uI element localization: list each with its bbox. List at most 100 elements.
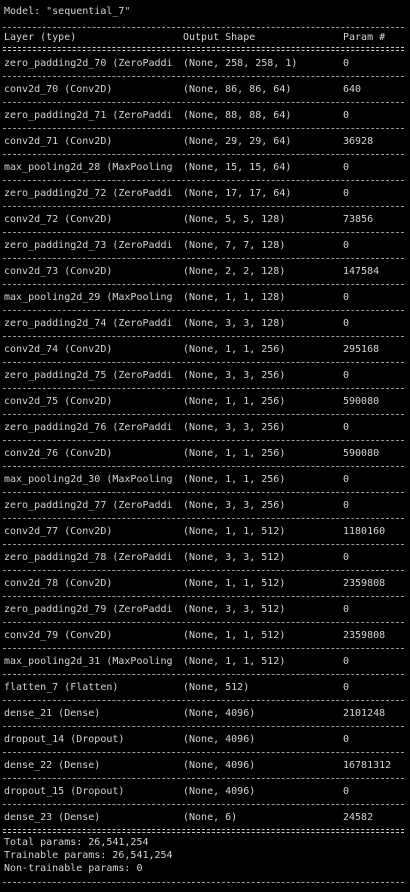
param-count-cell: 0 (343, 422, 350, 433)
model-title: Model: "sequential_7" (4, 6, 131, 17)
table-row: conv2d_70 (Conv2D) (None, 86, 86, 64) 640 (0, 84, 410, 96)
output-shape-cell: (None, 512) (183, 682, 250, 693)
row-separator (3, 622, 404, 623)
table-row: conv2d_73 (Conv2D) (None, 2, 2, 128) 14758… (0, 266, 410, 278)
layer-name-cell: dense_21 (Dense) (4, 708, 101, 719)
output-shape-cell: (None, 4096) (183, 786, 256, 797)
row-separator (3, 258, 404, 259)
param-count-cell: 0 (343, 552, 350, 563)
layer-name-cell: zero_padding2d_79 (ZeroPaddi (4, 604, 173, 615)
row-separator (3, 232, 404, 233)
layer-name-cell: conv2d_76 (Conv2D) (4, 448, 113, 459)
layer-name-cell: zero_padding2d_70 (ZeroPaddi (4, 58, 173, 69)
row-separator (3, 284, 404, 285)
output-shape-cell: (None, 29, 29, 64) (183, 136, 292, 147)
row-separator (3, 518, 404, 519)
non-trainable-params: Non-trainable params: 0 (4, 863, 143, 874)
output-shape-cell: (None, 1, 1, 512) (183, 526, 286, 537)
row-separator (3, 596, 404, 597)
output-shape-cell: (None, 4096) (183, 734, 256, 745)
table-row: dropout_15 (Dropout) (None, 4096) 0 (0, 786, 410, 798)
layer-name-cell: zero_padding2d_77 (ZeroPaddi (4, 500, 173, 511)
row-separator (3, 440, 404, 441)
row-separator (3, 128, 404, 129)
output-shape-cell: (None, 15, 15, 64) (183, 162, 292, 173)
layer-name-cell: conv2d_74 (Conv2D) (4, 344, 113, 355)
layer-name-cell: conv2d_77 (Conv2D) (4, 526, 113, 537)
output-shape-cell: (None, 5, 5, 128) (183, 214, 286, 225)
table-row: conv2d_77 (Conv2D) (None, 1, 1, 512) 11801… (0, 526, 410, 538)
table-row: max_pooling2d_28 (MaxPooling (None, 15, 1… (0, 162, 410, 174)
param-count-cell: 0 (343, 604, 350, 615)
param-count-cell: 2101248 (343, 708, 386, 719)
layer-name-cell: max_pooling2d_28 (MaxPooling (4, 162, 173, 173)
output-shape-cell: (None, 1, 1, 512) (183, 656, 286, 667)
header-output-shape: Output Shape (183, 32, 256, 43)
output-shape-cell: (None, 1, 1, 256) (183, 474, 286, 485)
output-shape-cell: (None, 3, 3, 512) (183, 604, 286, 615)
row-separator (3, 76, 404, 77)
row-separator (3, 752, 404, 753)
table-row: dense_23 (Dense) (None, 6) 24582 (0, 812, 410, 824)
layer-name-cell: dropout_14 (Dropout) (4, 734, 125, 745)
layer-name-cell: zero_padding2d_72 (ZeroPaddi (4, 188, 173, 199)
output-shape-cell: (None, 1, 1, 512) (183, 578, 286, 589)
output-shape-cell: (None, 3, 3, 512) (183, 552, 286, 563)
param-count-cell: 0 (343, 474, 350, 485)
table-row: conv2d_74 (Conv2D) (None, 1, 1, 256) 29516… (0, 344, 410, 356)
param-count-cell: 0 (343, 500, 350, 511)
header-layer-type: Layer (type) (4, 32, 77, 43)
table-row: max_pooling2d_29 (MaxPooling (None, 1, 1,… (0, 292, 410, 304)
param-count-cell: 2359808 (343, 630, 386, 641)
param-count-cell: 295168 (343, 344, 380, 355)
table-row: zero_padding2d_72 (ZeroPaddi (None, 17, 1… (0, 188, 410, 200)
row-separator (3, 726, 404, 727)
table-row: conv2d_78 (Conv2D) (None, 1, 1, 512) 23598… (0, 578, 410, 590)
row-separator (3, 310, 404, 311)
row-separator (3, 206, 404, 207)
layer-name-cell: max_pooling2d_29 (MaxPooling (4, 292, 173, 303)
row-separator (3, 778, 404, 779)
table-row: dropout_14 (Dropout) (None, 4096) 0 (0, 734, 410, 746)
param-count-cell: 590080 (343, 448, 380, 459)
table-row: conv2d_75 (Conv2D) (None, 1, 1, 256) 59008… (0, 396, 410, 408)
table-row: zero_padding2d_74 (ZeroPaddi (None, 3, 3,… (0, 318, 410, 330)
row-separator (3, 570, 404, 571)
output-shape-cell: (None, 4096) (183, 708, 256, 719)
output-shape-cell: (None, 86, 86, 64) (183, 84, 292, 95)
param-count-cell: 0 (343, 58, 350, 69)
layer-name-cell: conv2d_75 (Conv2D) (4, 396, 113, 407)
param-count-cell: 0 (343, 318, 350, 329)
row-separator (3, 492, 404, 493)
row-separator (3, 336, 404, 337)
row-separator (3, 700, 404, 701)
param-count-cell: 0 (343, 110, 350, 121)
layer-name-cell: zero_padding2d_76 (ZeroPaddi (4, 422, 173, 433)
layer-name-cell: max_pooling2d_31 (MaxPooling (4, 656, 173, 667)
table-row: zero_padding2d_76 (ZeroPaddi (None, 3, 3,… (0, 422, 410, 434)
table-row: zero_padding2d_77 (ZeroPaddi (None, 3, 3,… (0, 500, 410, 512)
total-params: Total params: 26,541,254 (4, 837, 149, 848)
output-shape-cell: (None, 1, 1, 256) (183, 448, 286, 459)
header-param-count: Param # (343, 32, 386, 43)
row-separator (3, 466, 404, 467)
layer-name-cell: zero_padding2d_73 (ZeroPaddi (4, 240, 173, 251)
param-count-cell: 147584 (343, 266, 380, 277)
layer-name-cell: zero_padding2d_75 (ZeroPaddi (4, 370, 173, 381)
output-shape-cell: (None, 7, 7, 128) (183, 240, 286, 251)
table-row: zero_padding2d_79 (ZeroPaddi (None, 3, 3,… (0, 604, 410, 616)
output-shape-cell: (None, 3, 3, 256) (183, 500, 286, 511)
output-shape-cell: (None, 3, 3, 256) (183, 422, 286, 433)
layer-name-cell: conv2d_73 (Conv2D) (4, 266, 113, 277)
row-separator (3, 648, 404, 649)
param-count-cell: 0 (343, 734, 350, 745)
row-separator (3, 180, 404, 181)
param-count-cell: 24582 (343, 812, 374, 823)
param-count-cell: 0 (343, 682, 350, 693)
row-separator (3, 544, 404, 545)
table-row: conv2d_71 (Conv2D) (None, 29, 29, 64) 3692… (0, 136, 410, 148)
table-row: max_pooling2d_30 (MaxPooling (None, 1, 1,… (0, 474, 410, 486)
param-count-cell: 0 (343, 292, 350, 303)
output-shape-cell: (None, 2, 2, 128) (183, 266, 286, 277)
param-count-cell: 0 (343, 188, 350, 199)
